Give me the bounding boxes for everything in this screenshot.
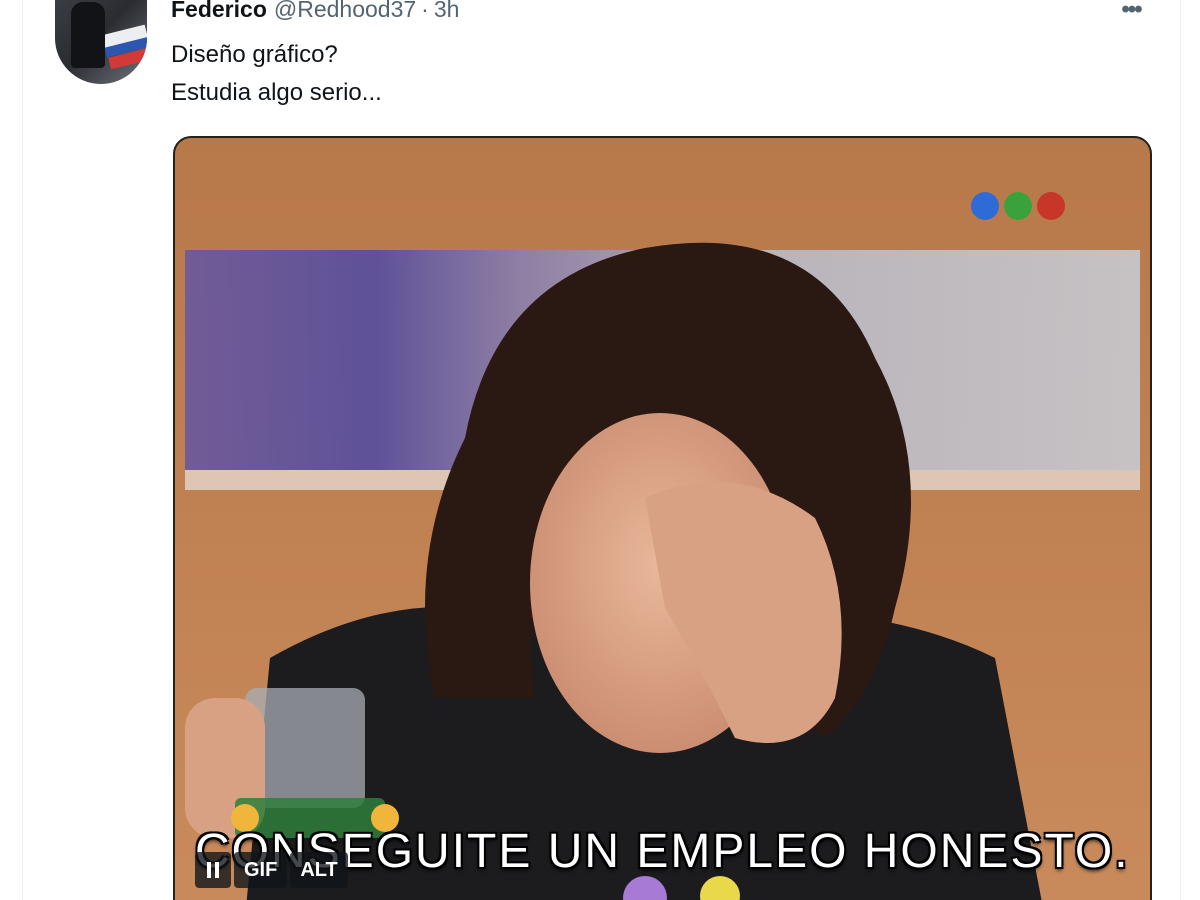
tweet-text: Diseño gráfico? Estudia algo serio... — [171, 36, 382, 112]
pause-icon — [207, 862, 219, 878]
more-horizontal-icon: ••• — [1121, 0, 1142, 23]
channel-logo — [971, 192, 1065, 220]
tweet-text-line: Estudia algo serio... — [171, 79, 382, 106]
right-divider — [1180, 0, 1181, 900]
media-controls: GIF ALT — [195, 852, 348, 888]
display-name[interactable]: Federico — [171, 0, 267, 23]
tweet[interactable]: Federico @Redhood37 · 3h ••• Diseño gráf… — [23, 0, 1180, 900]
avatar-figure — [71, 2, 105, 68]
channel-logo-dot — [1004, 192, 1032, 220]
timestamp[interactable]: 3h — [434, 0, 460, 23]
user-handle[interactable]: @Redhood37 — [274, 0, 416, 23]
gif-badge[interactable]: GIF — [234, 852, 288, 888]
pause-button[interactable] — [195, 852, 231, 888]
tweet-text-line: Diseño gráfico? — [171, 41, 338, 68]
gif-frame — [175, 138, 1150, 900]
media-gif[interactable]: CONSEGUITE UN EMPLEO HONESTO. GIF ALT — [173, 136, 1152, 900]
channel-logo-dot — [1037, 192, 1065, 220]
page: Federico @Redhood37 · 3h ••• Diseño gráf… — [0, 0, 1200, 900]
alt-text-button[interactable]: ALT — [290, 852, 348, 888]
channel-logo-dot — [971, 192, 999, 220]
tweet-header: Federico @Redhood37 · 3h — [171, 0, 459, 24]
avatar[interactable] — [55, 0, 147, 84]
header-separator: · — [421, 0, 429, 22]
more-options-button[interactable]: ••• — [1111, 0, 1151, 24]
